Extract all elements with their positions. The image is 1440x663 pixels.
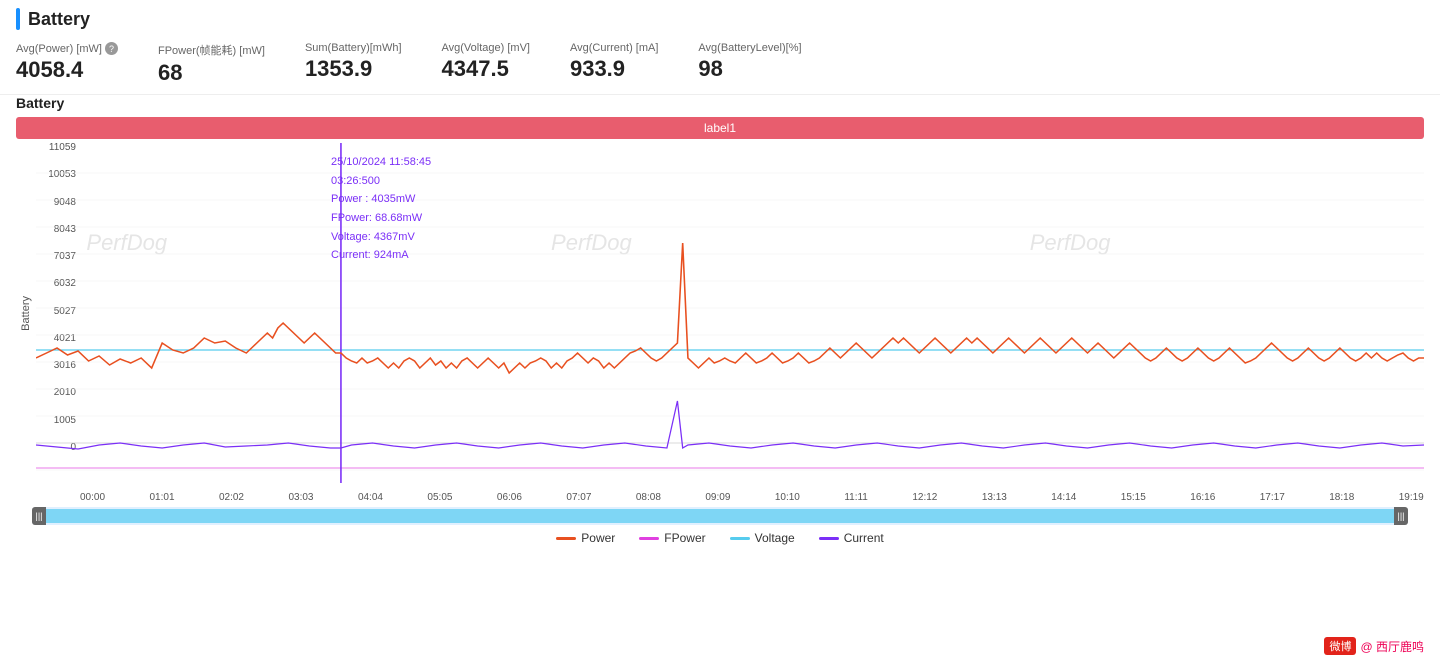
legend-item: Voltage (730, 531, 795, 545)
x-tick: 00:00 (80, 492, 105, 503)
title-bar: Battery (16, 8, 1424, 30)
stat-value: 98 (698, 56, 801, 82)
chart-outer: PerfDog PerfDog PerfDog Battery label1 B… (16, 95, 1424, 545)
x-tick: 10:10 (775, 492, 800, 503)
x-tick: 14:14 (1051, 492, 1076, 503)
scrollbar-left-handle[interactable]: ||| (32, 507, 46, 525)
x-axis: 00:00 01:01 02:02 03:03 04:04 05:05 06:06 07:07… (80, 492, 1424, 503)
x-tick: 03:03 (288, 492, 313, 503)
legend-color (639, 537, 659, 540)
chart-svg-area: 25/10/2024 11:58:45 03:26:500 Power : 40… (36, 143, 1424, 483)
stat-label: Avg(Voltage) [mV] (442, 42, 530, 54)
stat-item: FPower(帧能耗) [mW] 68 (158, 42, 265, 86)
stat-value: 4347.5 (442, 56, 530, 82)
x-tick: 12:12 (912, 492, 937, 503)
x-tick: 17:17 (1260, 492, 1285, 503)
scrollbar[interactable]: ||| ||| (32, 507, 1408, 525)
x-tick: 01:01 (149, 492, 174, 503)
legend-item: FPower (639, 531, 705, 545)
weibo-watermark: 微博 @ 西厅鹿鸣 (1324, 637, 1424, 655)
x-tick: 13:13 (982, 492, 1007, 503)
x-tick: 04:04 (358, 492, 383, 503)
x-tick: 18:18 (1329, 492, 1354, 503)
stat-value: 1353.9 (305, 56, 402, 82)
page-title: Battery (28, 9, 90, 30)
legend-label: Current (844, 531, 884, 545)
scrollbar-track[interactable] (46, 509, 1394, 523)
x-tick: 11:11 (844, 492, 868, 503)
label-bar: label1 (16, 117, 1424, 139)
stat-label: FPower(帧能耗) [mW] (158, 42, 265, 58)
chart-inner: 1105910053904880437037603250274021301620… (36, 143, 1424, 483)
stat-item: Avg(Voltage) [mV] 4347.5 (442, 42, 530, 82)
stat-item: Avg(BatteryLevel)[%] 98 (698, 42, 801, 82)
title-accent (16, 8, 20, 30)
legend-item: Power (556, 531, 615, 545)
x-tick: 15:15 (1121, 492, 1146, 503)
x-tick: 19:19 (1399, 492, 1424, 503)
stat-label: Avg(Power) [mW]? (16, 42, 118, 55)
y-axis-label: Battery (20, 296, 32, 331)
x-tick: 08:08 (636, 492, 661, 503)
chart-title: Battery (16, 95, 1424, 111)
stat-item: Sum(Battery)[mWh] 1353.9 (305, 42, 402, 82)
x-tick: 07:07 (566, 492, 591, 503)
chart-legend: Power FPower Voltage Current (16, 531, 1424, 545)
legend-label: Power (581, 531, 615, 545)
x-tick: 05:05 (427, 492, 452, 503)
stat-label: Sum(Battery)[mWh] (305, 42, 402, 54)
stat-item: Avg(Current) [mA] 933.9 (570, 42, 658, 82)
stat-label: Avg(BatteryLevel)[%] (698, 42, 801, 54)
legend-color (730, 537, 750, 540)
x-tick: 06:06 (497, 492, 522, 503)
info-icon[interactable]: ? (105, 42, 118, 55)
stat-value: 68 (158, 60, 265, 86)
legend-label: FPower (664, 531, 705, 545)
page: Battery Avg(Power) [mW]? 4058.4 FPower(帧能耗… (0, 0, 1440, 663)
scrollbar-right-handle[interactable]: ||| (1394, 507, 1408, 525)
x-tick: 09:09 (705, 492, 730, 503)
stat-value: 4058.4 (16, 57, 118, 83)
chart-svg (36, 143, 1424, 483)
y-axis-label-container: Battery (16, 143, 36, 483)
chart-wrapper: Battery 11059100539048804370376032502740… (16, 143, 1424, 483)
x-tick: 02:02 (219, 492, 244, 503)
stats-row: Avg(Power) [mW]? 4058.4 FPower(帧能耗) [mW] 68… (16, 38, 1424, 90)
legend-color (819, 537, 839, 540)
stat-label: Avg(Current) [mA] (570, 42, 658, 54)
stat-item: Avg(Power) [mW]? 4058.4 (16, 42, 118, 83)
header-section: Battery Avg(Power) [mW]? 4058.4 FPower(帧能耗… (0, 0, 1440, 95)
x-tick: 16:16 (1190, 492, 1215, 503)
legend-item: Current (819, 531, 884, 545)
legend-color (556, 537, 576, 540)
legend-label: Voltage (755, 531, 795, 545)
stat-value: 933.9 (570, 56, 658, 82)
